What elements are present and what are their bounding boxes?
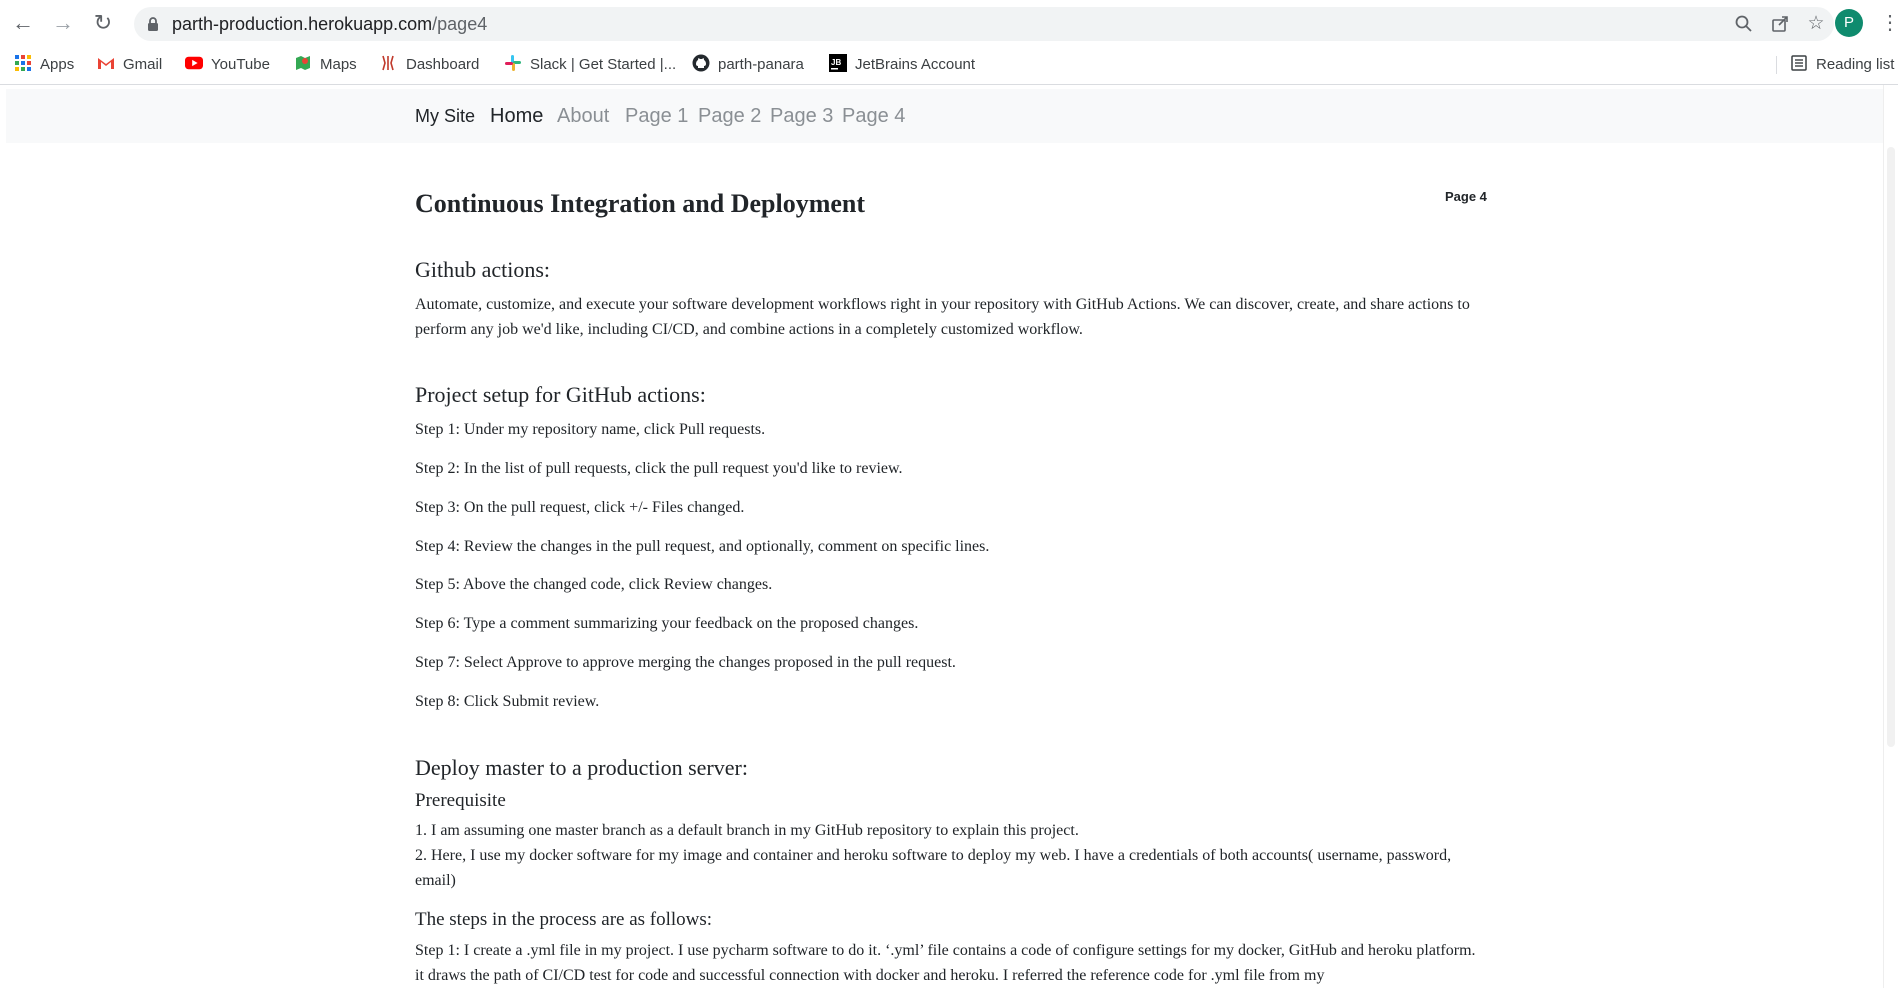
bookmarks-bar: Apps Gmail YouTube Maps Dashboard Slack … — [0, 46, 1898, 85]
svg-text:JB: JB — [831, 58, 841, 67]
setup-step: Step 2: In the list of pull requests, cl… — [415, 460, 903, 477]
profile-avatar[interactable]: P — [1835, 9, 1863, 37]
bookmark-slack[interactable]: Slack | Get Started |... — [504, 46, 676, 84]
github-actions-heading: Github actions: — [415, 257, 551, 282]
jetbrains-icon: JB — [829, 54, 847, 73]
bookmark-separator — [1776, 56, 1777, 74]
bookmark-gmail[interactable]: Gmail — [97, 46, 162, 84]
browser-toolbar: ← → ↻ parth-production.herokuapp.com/pag… — [0, 0, 1898, 46]
bookmark-jetbrains[interactable]: JB JetBrains Account — [829, 46, 975, 84]
reading-list-icon — [1791, 55, 1807, 71]
project-setup-heading: Project setup for GitHub actions: — [415, 382, 706, 407]
reading-list-button[interactable]: Reading list — [1776, 46, 1894, 84]
youtube-icon — [185, 56, 203, 70]
page-scrollbar[interactable] — [1883, 85, 1898, 988]
bookmark-maps[interactable]: Maps — [294, 46, 357, 84]
github-actions-text: Automate, customize, and execute your so… — [415, 296, 1470, 338]
url-text[interactable]: parth-production.herokuapp.com/page4 — [172, 7, 487, 41]
nav-page-2[interactable]: Page 2 — [698, 89, 761, 144]
maps-icon — [296, 56, 310, 71]
bookmark-dashboard[interactable]: Dashboard — [380, 46, 479, 84]
nav-page-4[interactable]: Page 4 — [842, 89, 905, 144]
setup-step: Step 6: Type a comment summarizing your … — [415, 615, 919, 632]
nav-home[interactable]: Home — [490, 89, 543, 144]
deploy-heading: Deploy master to a production server: — [415, 755, 748, 780]
prerequisite-item: 2. Here, I use my docker software for my… — [415, 847, 1452, 889]
forward-arrow-icon[interactable]: → — [50, 10, 76, 36]
setup-step: Step 5: Above the changed code, click Re… — [415, 576, 773, 593]
setup-step: Step 3: On the pull request, click +/- F… — [415, 499, 745, 516]
nav-about[interactable]: About — [557, 89, 609, 144]
back-arrow-icon[interactable]: ← — [10, 10, 36, 36]
github-icon — [692, 54, 710, 72]
address-bar[interactable]: parth-production.herokuapp.com/page4 ☆ — [134, 7, 1834, 41]
share-icon[interactable] — [1770, 14, 1790, 34]
bookmark-youtube[interactable]: YouTube — [185, 46, 270, 84]
slack-icon — [505, 55, 521, 72]
browser-menu-icon[interactable]: ⋮ — [1880, 9, 1898, 37]
site-brand[interactable]: My Site — [415, 89, 475, 144]
setup-step: Step 8: Click Submit review. — [415, 693, 600, 710]
dashboard-icon — [382, 55, 394, 71]
scrollbar-thumb[interactable] — [1887, 147, 1895, 747]
page-label: Page 4 — [1445, 189, 1487, 204]
zoom-icon[interactable] — [1734, 14, 1754, 34]
lock-icon — [148, 17, 158, 31]
setup-step: Step 7: Select Approve to approve mergin… — [415, 654, 956, 671]
setup-step: Step 4: Review the changes in the pull r… — [415, 538, 990, 555]
bookmark-star-icon[interactable]: ☆ — [1806, 14, 1826, 34]
web-page: My Site Home About Page 1 Page 2 Page 3 … — [0, 85, 1898, 988]
bookmark-github[interactable]: parth-panara — [692, 46, 804, 84]
process-steps-heading: The steps in the process are as follows: — [415, 909, 713, 930]
prerequisite-heading: Prerequisite — [415, 790, 506, 811]
process-step: Step 1: I create a .yml file in my proje… — [415, 942, 1476, 984]
nav-page-3[interactable]: Page 3 — [770, 89, 833, 144]
bookmark-apps[interactable]: Apps — [14, 46, 74, 84]
nav-page-1[interactable]: Page 1 — [625, 89, 688, 144]
site-navbar: My Site Home About Page 1 Page 2 Page 3 … — [6, 89, 1886, 143]
prerequisite-item: 1. I am assuming one master branch as a … — [415, 822, 1079, 839]
reload-icon[interactable]: ↻ — [90, 10, 116, 36]
setup-step: Step 1: Under my repository name, click … — [415, 421, 766, 438]
gmail-icon — [98, 58, 114, 70]
page-title: Continuous Integration and Deployment — [415, 189, 866, 218]
apps-grid-icon — [15, 55, 31, 72]
